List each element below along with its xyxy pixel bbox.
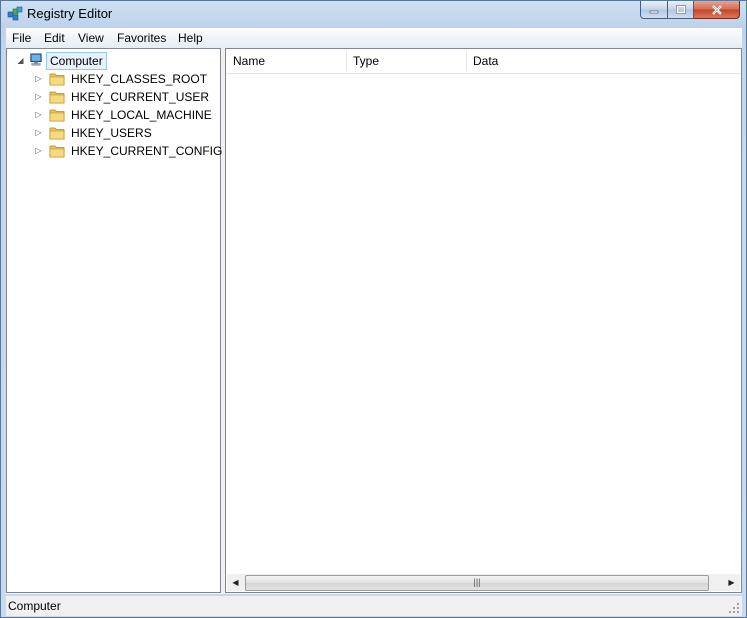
tree-node-label[interactable]: Computer (46, 52, 107, 70)
resize-grip-icon[interactable] (728, 602, 740, 614)
folder-icon (49, 109, 65, 122)
registry-editor-window: Registry Editor File Edit View Favorites… (0, 0, 747, 618)
expand-arrow-icon[interactable]: ▷ (34, 106, 43, 124)
caption-buttons (640, 1, 740, 20)
values-list[interactable]: Name Type Data ◀ ||| ▶ (225, 48, 742, 593)
tree-node-label[interactable]: HKEY_LOCAL_MACHINE (69, 106, 214, 124)
horizontal-scrollbar[interactable]: ◀ ||| ▶ (227, 574, 740, 591)
title-bar[interactable]: Registry Editor (1, 1, 746, 27)
menu-help[interactable]: Help (178, 31, 203, 45)
registry-editor-icon (7, 6, 23, 21)
tree-node-label[interactable]: HKEY_CURRENT_USER (69, 88, 211, 106)
menu-bar: File Edit View Favorites Help (6, 28, 742, 49)
tree-node-hkey-current-user[interactable]: ▷ HKEY_CURRENT_USER (7, 88, 217, 106)
scroll-right-icon[interactable]: ▶ (723, 574, 740, 591)
status-path: Computer (8, 599, 61, 613)
tree-node-label[interactable]: HKEY_CLASSES_ROOT (69, 70, 209, 88)
folder-icon (49, 127, 65, 140)
maximize-button[interactable] (668, 1, 694, 19)
expand-arrow-icon[interactable]: ▷ (34, 142, 43, 160)
menu-file[interactable]: File (12, 31, 31, 45)
folder-icon (49, 91, 65, 104)
tree-node-label[interactable]: HKEY_CURRENT_CONFIG (69, 142, 224, 160)
menu-view[interactable]: View (78, 31, 104, 45)
close-button[interactable] (694, 1, 740, 19)
tree-node-hkey-local-machine[interactable]: ▷ HKEY_LOCAL_MACHINE (7, 106, 217, 124)
minimize-icon (649, 10, 659, 13)
expand-arrow-icon[interactable]: ▷ (34, 88, 43, 106)
tree-node-computer[interactable]: ◢ Computer (7, 52, 217, 70)
column-header-name[interactable]: Name (226, 49, 346, 73)
tree-node-hkey-current-config[interactable]: ▷ HKEY_CURRENT_CONFIG (7, 142, 222, 160)
registry-tree[interactable]: ◢ Computer ▷ HKEY_CLASSES_ROOT ▷ HKEY_CU… (6, 48, 222, 593)
computer-icon (30, 53, 42, 66)
grip-lines-icon: ||| (473, 577, 481, 587)
collapse-arrow-icon[interactable]: ◢ (16, 52, 25, 70)
tree-node-hkey-users[interactable]: ▷ HKEY_USERS (7, 124, 217, 142)
scrollbar-thumb[interactable]: ||| (245, 575, 709, 591)
folder-icon (49, 145, 65, 158)
window-title: Registry Editor (27, 6, 113, 21)
folder-icon (49, 73, 65, 86)
status-bar: Computer (6, 595, 742, 616)
column-header-row: Name Type Data (226, 49, 741, 74)
tree-node-label[interactable]: HKEY_USERS (69, 124, 154, 142)
column-header-data[interactable]: Data (466, 49, 741, 73)
column-header-type[interactable]: Type (346, 49, 466, 73)
client-area: ◢ Computer ▷ HKEY_CLASSES_ROOT ▷ HKEY_CU… (6, 48, 742, 594)
expand-arrow-icon[interactable]: ▷ (34, 70, 43, 88)
minimize-button[interactable] (640, 1, 668, 19)
scroll-left-icon[interactable]: ◀ (227, 574, 244, 591)
maximize-icon (675, 5, 686, 14)
tree-node-hkey-classes-root[interactable]: ▷ HKEY_CLASSES_ROOT (7, 70, 217, 88)
close-icon (711, 4, 722, 15)
menu-edit[interactable]: Edit (44, 31, 65, 45)
menu-favorites[interactable]: Favorites (117, 31, 166, 45)
expand-arrow-icon[interactable]: ▷ (34, 124, 43, 142)
